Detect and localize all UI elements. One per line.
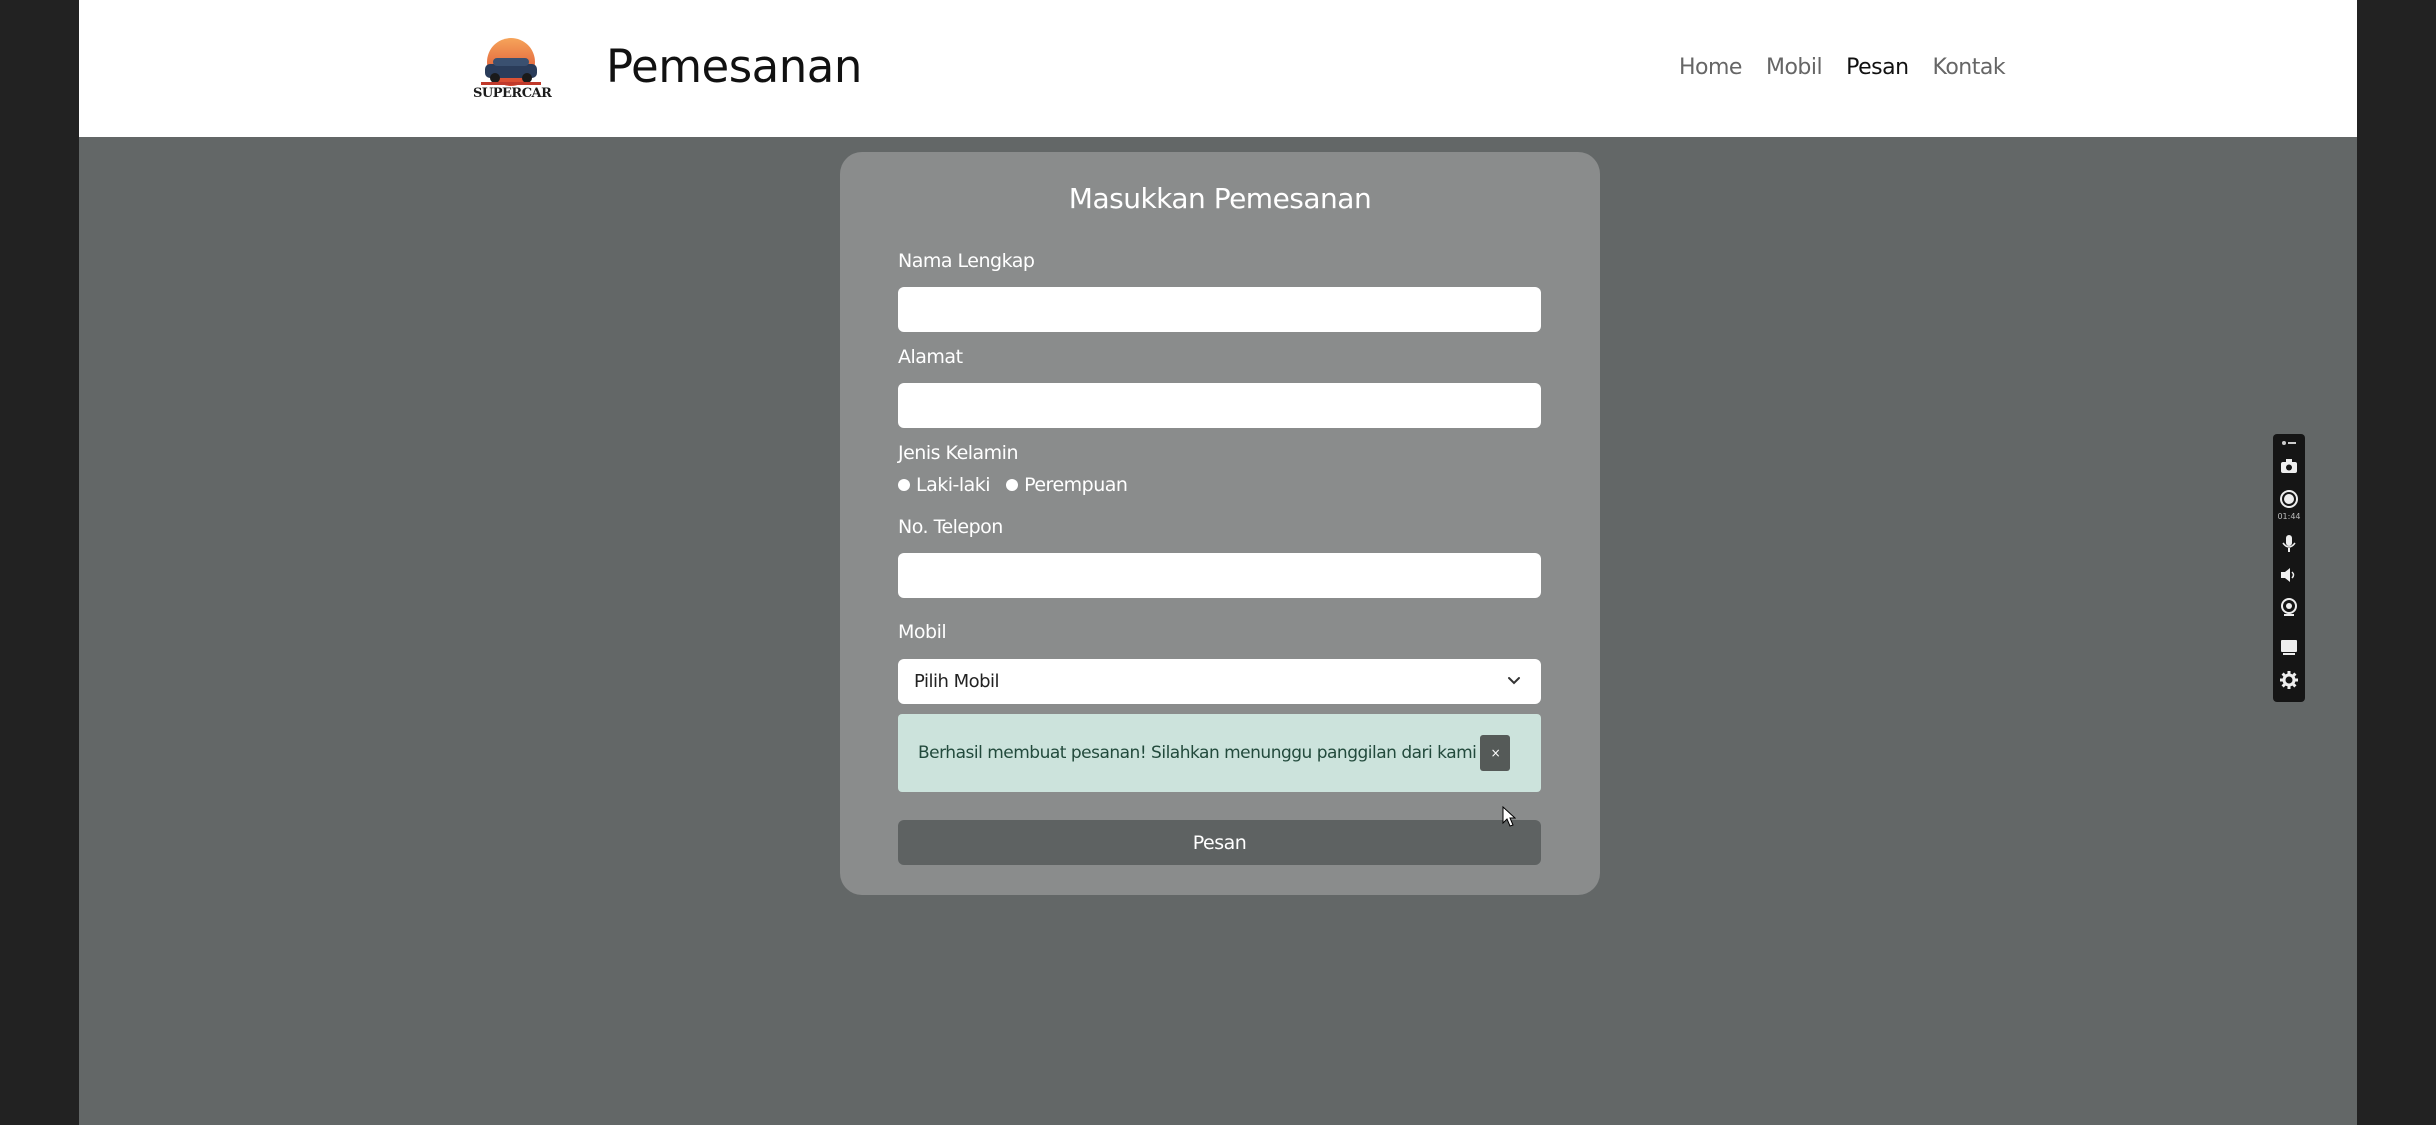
browser-viewport: SUPERCAR Pemesanan Home Mobil Pesan Kont… [79, 0, 2357, 1125]
logo-emblem-icon [481, 38, 541, 86]
camera-icon[interactable] [2279, 456, 2299, 476]
name-input[interactable] [898, 287, 1541, 332]
recording-timer: 01:44 [2277, 512, 2301, 521]
car-label: Mobil [898, 621, 947, 643]
order-form-card: Masukkan Pemesanan Nama Lengkap Alamat J… [840, 152, 1600, 895]
chevron-down-icon [1508, 677, 1520, 685]
record-icon[interactable] [2279, 489, 2299, 509]
radio-label-perempuan: Perempuan [1024, 474, 1128, 496]
form-heading: Masukkan Pemesanan [1068, 182, 1372, 215]
nav-pesan[interactable]: Pesan [1846, 55, 1909, 85]
nav-kontak[interactable]: Kontak [1933, 55, 2006, 85]
nav-home[interactable]: Home [1679, 55, 1742, 85]
top-navbar: SUPERCAR Pemesanan Home Mobil Pesan Kont… [79, 0, 2357, 137]
car-select-value: Pilih Mobil [914, 671, 1000, 692]
supercar-logo[interactable]: SUPERCAR [473, 36, 552, 106]
microphone-icon[interactable] [2279, 533, 2299, 553]
radio-label-laki-laki: Laki-laki [916, 474, 991, 496]
main-nav: Home Mobil Pesan Kontak [1679, 55, 2006, 85]
radio-button-icon[interactable] [1006, 479, 1019, 491]
gear-icon[interactable] [2279, 670, 2299, 690]
address-input[interactable] [898, 383, 1541, 428]
success-message: Berhasil membuat pesanan! Silahkan menun… [918, 743, 1477, 763]
submit-button[interactable]: Pesan [898, 820, 1541, 865]
radio-laki-laki[interactable]: Laki-laki [898, 474, 991, 496]
success-alert: Berhasil membuat pesanan! Silahkan menun… [898, 714, 1541, 792]
page-title: Pemesanan [606, 40, 862, 93]
name-label: Nama Lengkap [898, 250, 1035, 272]
gender-radio-group: Laki-laki Perempuan [898, 474, 1128, 496]
gender-label: Jenis Kelamin [898, 442, 1019, 464]
logo-text: SUPERCAR [473, 86, 552, 101]
radio-perempuan[interactable]: Perempuan [1006, 474, 1128, 496]
car-select[interactable]: Pilih Mobil [898, 659, 1541, 704]
speaker-icon[interactable] [2279, 565, 2299, 585]
webcam-icon[interactable] [2279, 597, 2299, 617]
screen-icon[interactable] [2279, 637, 2299, 657]
alert-close-button[interactable]: × [1480, 735, 1511, 771]
address-label: Alamat [898, 346, 963, 368]
phone-label: No. Telepon [898, 516, 1003, 538]
radio-button-icon[interactable] [898, 479, 910, 491]
drag-handle-icon[interactable] [2279, 438, 2299, 448]
phone-input[interactable] [898, 553, 1541, 598]
mouse-cursor-icon [1502, 806, 1516, 827]
screen-recorder-toolbar: 01:44 [2273, 434, 2305, 702]
nav-mobil[interactable]: Mobil [1766, 55, 1823, 85]
